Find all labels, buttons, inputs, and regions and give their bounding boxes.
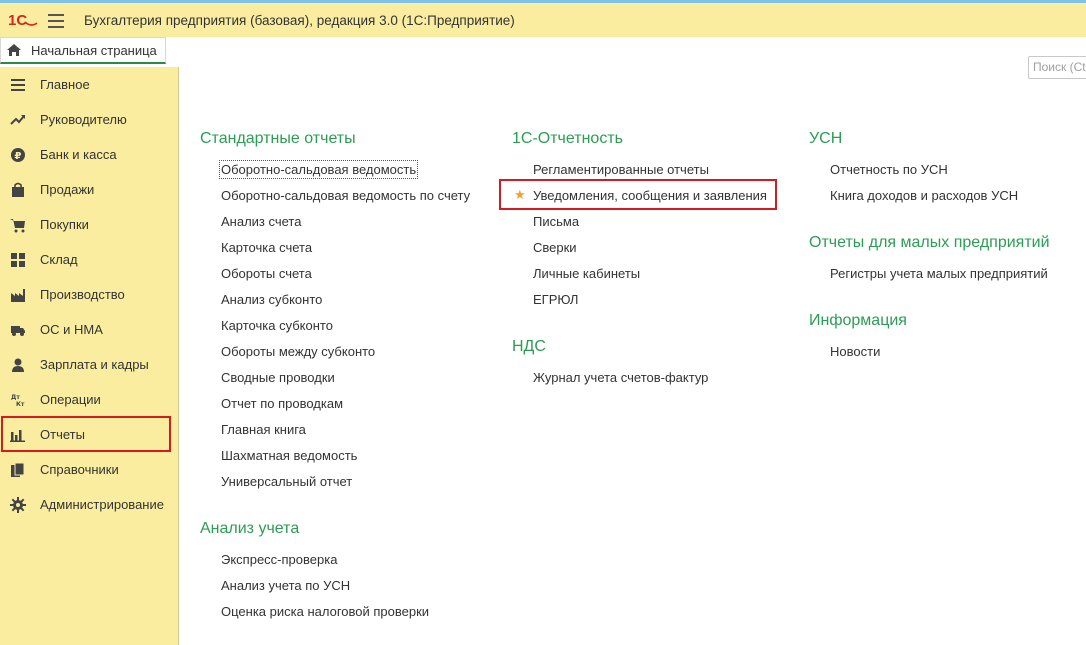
sidebar-item-label: Покупки xyxy=(40,217,89,232)
section-title-small-business: Отчеты для малых предприятий xyxy=(809,234,1050,251)
sidebar-item-bank[interactable]: ₽ Банк и касса xyxy=(0,137,179,172)
cart-icon xyxy=(9,216,27,234)
report-link[interactable]: ЕГРЮЛ xyxy=(533,292,578,307)
tab-home-page[interactable]: Начальная страница xyxy=(0,37,166,64)
sidebar-item-directories[interactable]: Справочники xyxy=(0,452,179,487)
report-link[interactable]: Сверки xyxy=(533,240,577,255)
report-link[interactable]: Личные кабинеты xyxy=(533,266,640,281)
title-bar: 1С Бухгалтерия предприятия (базовая), ре… xyxy=(0,0,1086,37)
sidebar-item-label: Администрирование xyxy=(40,497,164,512)
sidebar-item-manager[interactable]: Руководителю xyxy=(0,102,179,137)
svg-text:₽: ₽ xyxy=(15,151,22,162)
sidebar-item-production[interactable]: Производство xyxy=(0,277,179,312)
sidebar-item-administration[interactable]: Администрирование xyxy=(0,487,179,522)
dt-kt-icon: Дт Кт xyxy=(9,391,27,409)
report-link[interactable]: Анализ счета xyxy=(221,214,301,229)
section-title-vat: НДС xyxy=(512,338,546,355)
person-icon xyxy=(9,356,27,374)
report-link[interactable]: Регламентированные отчеты xyxy=(533,162,709,177)
report-link[interactable]: Оборотно-сальдовая ведомость по счету xyxy=(221,188,470,203)
report-link[interactable]: Анализ учета по УСН xyxy=(221,578,350,593)
section-title-analysis: Анализ учета xyxy=(200,520,300,537)
report-link[interactable]: Сводные проводки xyxy=(221,370,335,385)
report-link[interactable]: Отчет по проводкам xyxy=(221,396,343,411)
report-link[interactable]: Оценка риска налоговой проверки xyxy=(221,604,429,619)
sidebar-item-label: Склад xyxy=(40,252,78,267)
sidebar-item-label: ОС и НМА xyxy=(40,322,103,337)
trend-up-icon xyxy=(9,111,27,129)
sidebar-item-label: Операции xyxy=(40,392,101,407)
ruble-icon: ₽ xyxy=(9,146,27,164)
report-link[interactable]: Анализ субконто xyxy=(221,292,322,307)
report-link[interactable]: Главная книга xyxy=(221,422,306,437)
report-link[interactable]: Журнал учета счетов-фактур xyxy=(533,370,708,385)
report-link[interactable]: Карточка субконто xyxy=(221,318,333,333)
report-link[interactable]: Экспресс-проверка xyxy=(221,552,337,567)
report-link[interactable]: Оборотно-сальдовая ведомость xyxy=(218,160,419,179)
1c-logo-icon[interactable]: 1С xyxy=(8,11,38,29)
gear-icon xyxy=(9,496,27,514)
section-title-1c-reporting: 1С-Отчетность xyxy=(512,130,623,147)
menu-lines-icon xyxy=(9,76,27,94)
main-menu-icon[interactable] xyxy=(48,14,64,28)
sidebar: Главное Руководителю ₽ Банк и касса Прод… xyxy=(0,67,179,645)
truck-icon xyxy=(9,321,27,339)
sidebar-item-warehouse[interactable]: Склад xyxy=(0,242,179,277)
section-title-information: Информация xyxy=(809,312,907,329)
sidebar-item-assets[interactable]: ОС и НМА xyxy=(0,312,179,347)
home-icon xyxy=(7,44,21,56)
report-link[interactable]: Универсальный отчет xyxy=(221,474,352,489)
sidebar-item-label: Зарплата и кадры xyxy=(40,357,149,372)
section-title-usn: УСН xyxy=(809,130,843,147)
report-link[interactable]: Письма xyxy=(533,214,579,229)
sidebar-item-operations[interactable]: Дт Кт Операции xyxy=(0,382,179,417)
bag-icon xyxy=(9,181,27,199)
sidebar-item-label: Руководителю xyxy=(40,112,127,127)
sidebar-item-label: Справочники xyxy=(40,462,119,477)
report-link[interactable]: Отчетность по УСН xyxy=(830,162,948,177)
report-link[interactable]: Обороты между субконто xyxy=(221,344,375,359)
section-title-standard: Стандартные отчеты xyxy=(200,130,356,147)
svg-text:1С: 1С xyxy=(8,12,27,29)
sidebar-item-sales[interactable]: Продажи xyxy=(0,172,179,207)
sidebar-item-purchases[interactable]: Покупки xyxy=(0,207,179,242)
sidebar-item-payroll[interactable]: Зарплата и кадры xyxy=(0,347,179,382)
sidebar-item-label: Главное xyxy=(40,77,90,92)
report-link[interactable]: Книга доходов и расходов УСН xyxy=(830,188,1018,203)
grid-icon xyxy=(9,251,27,269)
tab-home-label: Начальная страница xyxy=(31,42,157,58)
sidebar-item-label: Банк и касса xyxy=(40,147,117,162)
notifications-highlight-box xyxy=(499,179,777,210)
factory-icon xyxy=(9,286,27,304)
svg-text:Дт: Дт xyxy=(11,394,20,401)
report-link[interactable]: Новости xyxy=(830,344,880,359)
report-link[interactable]: Обороты счета xyxy=(221,266,312,281)
reports-highlight-box xyxy=(1,416,171,452)
report-link[interactable]: Шахматная ведомость xyxy=(221,448,357,463)
report-link[interactable]: Карточка счета xyxy=(221,240,312,255)
svg-text:Кт: Кт xyxy=(16,401,25,408)
sidebar-item-label: Производство xyxy=(40,287,125,302)
report-link[interactable]: Регистры учета малых предприятий xyxy=(830,266,1048,281)
search-input[interactable]: Поиск (Ct xyxy=(1028,56,1086,79)
books-icon xyxy=(9,461,27,479)
sidebar-item-main[interactable]: Главное xyxy=(0,67,179,102)
app-title: Бухгалтерия предприятия (базовая), редак… xyxy=(84,13,515,28)
sidebar-item-label: Продажи xyxy=(40,182,95,197)
